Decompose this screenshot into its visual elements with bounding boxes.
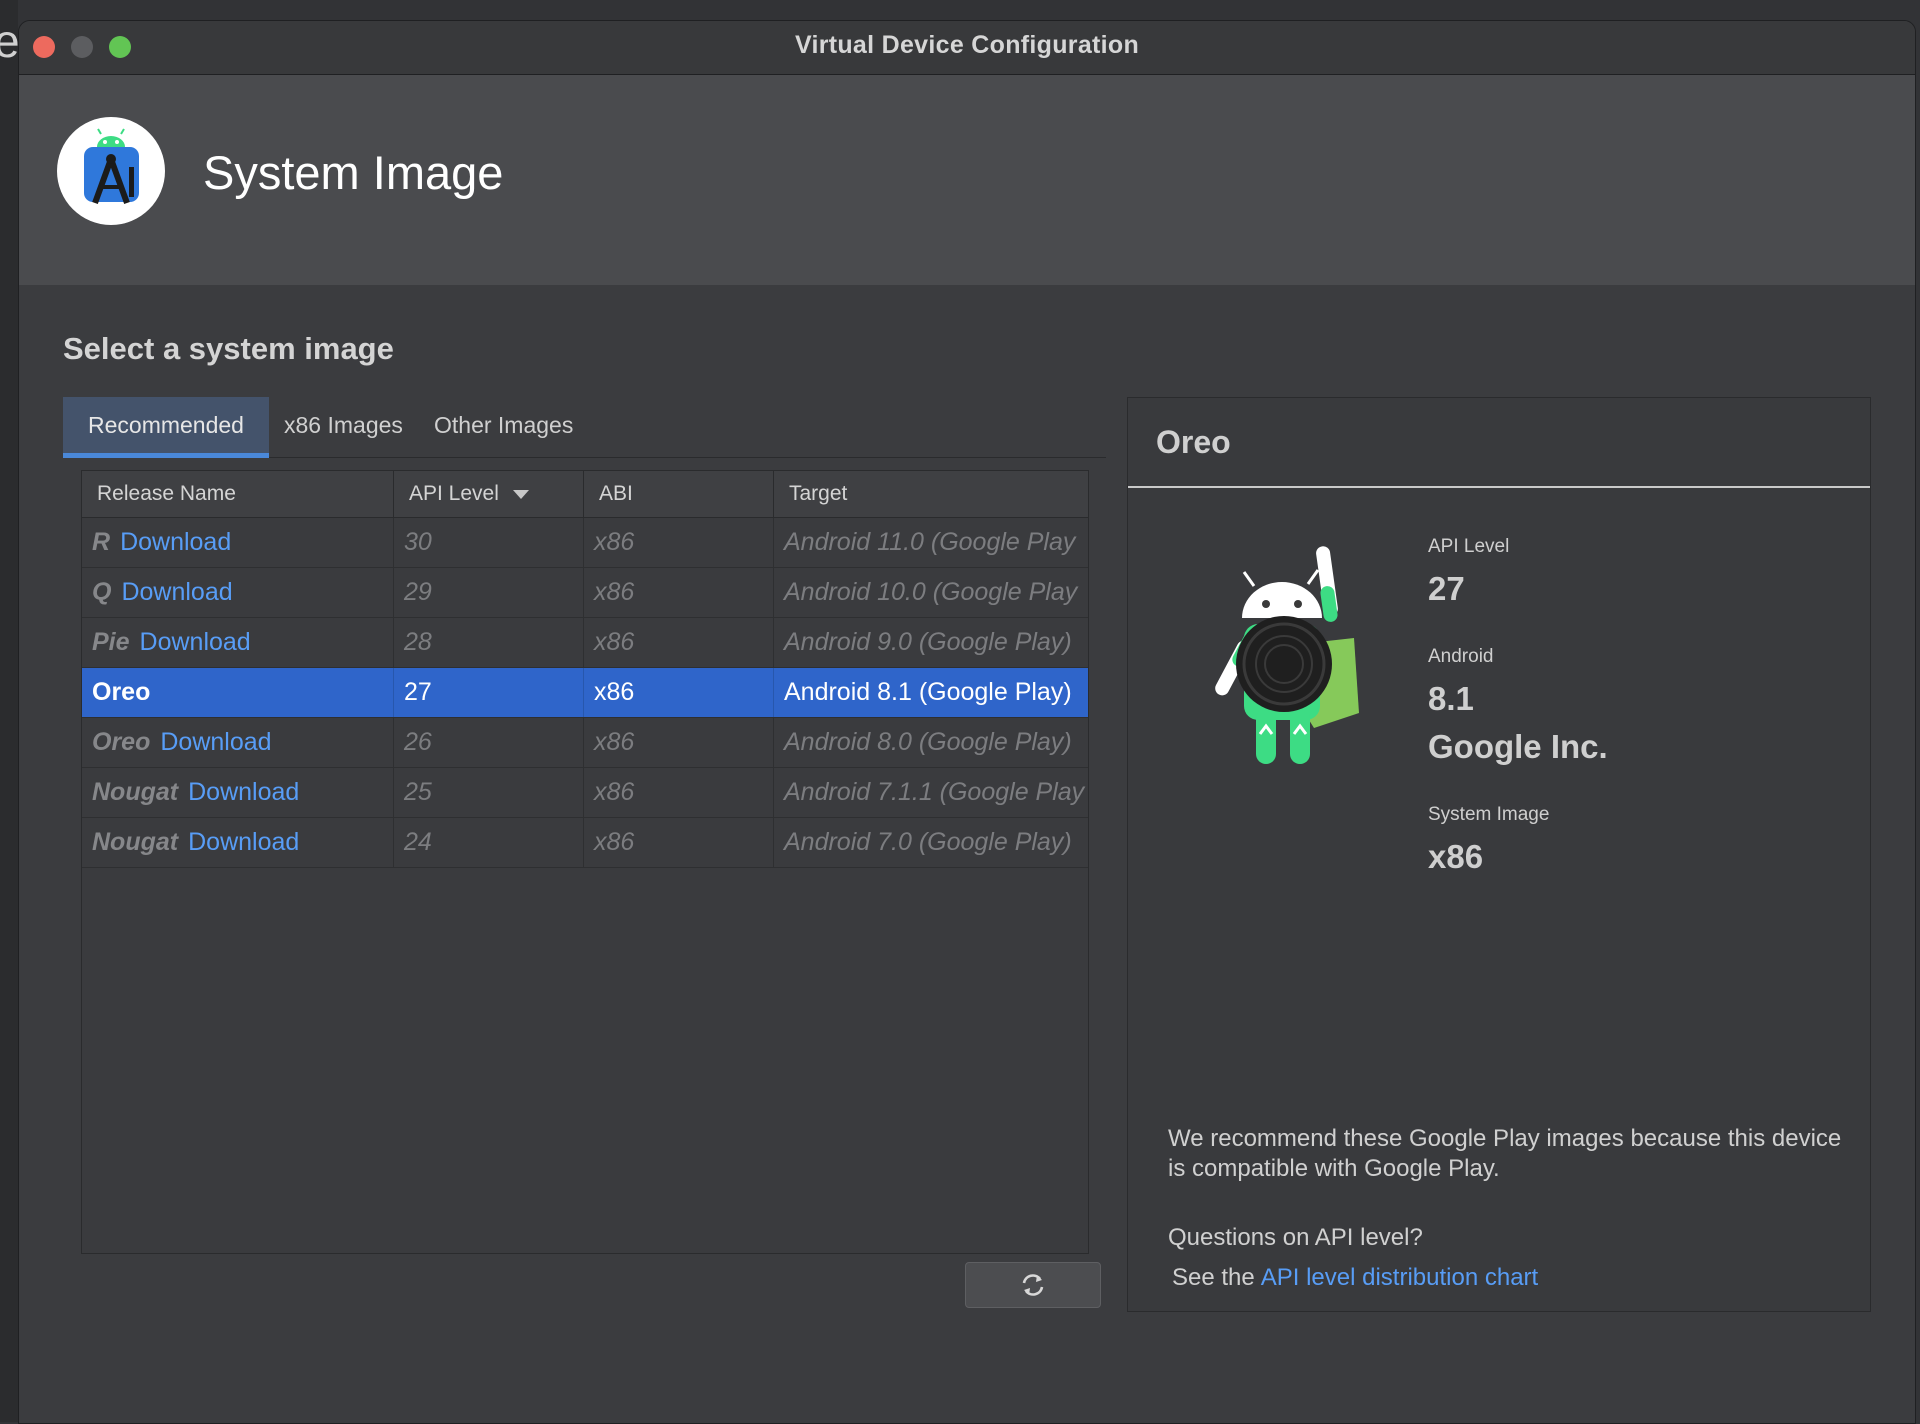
api-level-question: Questions on API level? [1168,1224,1423,1251]
release-name-cell: Q Download [82,568,394,617]
detail-title: Oreo [1156,424,1231,460]
target-cell: Android 11.0 (Google Play [784,528,1076,556]
download-link[interactable]: Download [188,778,299,806]
target-cell: Android 7.1.1 (Google Play [784,778,1085,806]
table-row[interactable]: Pie Download 28 x86 Android 9.0 (Google P… [82,618,1088,668]
background-window-edge: e [0,0,20,1422]
android-oreo-mascot-image [1215,546,1359,764]
section-title: Select a system image [63,331,394,366]
refresh-button[interactable] [965,1262,1101,1308]
api-level-cell: 28 [394,618,584,667]
system-image-label: System Image [1428,804,1550,825]
release-name: Nougat [92,828,179,856]
release-name-cell: Oreo [82,668,394,717]
dialog-window: Virtual Device Configuration System Imag… [18,20,1916,1424]
release-name: Pie [92,628,130,656]
target-cell: Android 7.0 (Google Play) [784,828,1072,856]
release-name: Nougat [92,778,179,806]
column-header-label: API Level [409,482,499,505]
api-level-cell: 27 [394,668,584,717]
tab-x86-images[interactable]: x86 Images [259,397,428,453]
column-header-label: ABI [599,482,633,505]
api-level-cell: 29 [394,568,584,617]
system-image-table: Release Name API Level ABI Target R Downl… [81,470,1089,1254]
target-cell: Android 8.1 (Google Play) [784,678,1072,706]
tab-recommended[interactable]: Recommended [63,397,269,458]
api-level-cell: 25 [394,768,584,817]
vendor-value: Google Inc. [1428,728,1608,765]
table-row[interactable]: Nougat Download 24 x86 Android 7.0 (Googl… [82,818,1088,868]
target-cell: Android 10.0 (Google Play [784,578,1078,606]
release-name-cell: Nougat Download [82,818,394,867]
api-level-chart-link[interactable]: API level distribution chart [1261,1264,1538,1291]
release-name: R [92,528,111,556]
api-level-cell: 30 [394,518,584,567]
api-level-cell: 24 [394,818,584,867]
table-row-selected[interactable]: Oreo 27 x86 Android 8.1 (Google Play) [82,668,1088,718]
column-header-label: Release Name [97,482,236,505]
release-name: Oreo [92,728,151,756]
table-row[interactable]: R Download 30 x86 Android 11.0 (Google Pl… [82,518,1088,568]
abi-cell: x86 [584,818,774,867]
system-image-value: x86 [1428,838,1484,875]
abi-cell: x86 [584,518,774,567]
column-header-label: Target [789,482,848,505]
page-header: System Image [19,75,1915,285]
see-prefix: See the [1172,1264,1255,1291]
detail-divider [1128,486,1870,488]
download-link[interactable]: Download [140,628,251,656]
window-title: Virtual Device Configuration [794,31,1140,59]
refresh-icon [1022,1274,1044,1296]
background-window-glyph: e [0,15,20,67]
title-bar[interactable]: Virtual Device Configuration [19,21,1915,75]
column-header-api-level[interactable]: API Level [394,471,584,517]
api-level-label: API Level [1428,536,1510,557]
api-level-cell: 26 [394,718,584,767]
recommendation-note: We recommend these Google Play images be… [1168,1125,1842,1182]
download-link[interactable]: Download [160,728,271,756]
target-cell: Android 9.0 (Google Play) [784,628,1072,656]
target-cell: Android 8.0 (Google Play) [784,728,1072,756]
android-version-value: 8.1 [1428,680,1474,717]
android-label: Android [1428,646,1494,667]
page-title: System Image [203,146,504,199]
api-level-value: 27 [1428,570,1465,607]
detail-panel: Oreo API Level 27 Android 8.1 Google Inc… [1127,397,1871,1312]
download-link[interactable]: Download [120,528,231,556]
android-studio-logo-icon [57,117,165,225]
release-name-cell: Pie Download [82,618,394,667]
download-link[interactable]: Download [188,828,299,856]
table-row[interactable]: Nougat Download 25 x86 Android 7.1.1 (Goo… [82,768,1088,818]
sort-descending-icon [512,489,529,499]
abi-cell: x86 [584,768,774,817]
abi-cell: x86 [584,568,774,617]
table-header: Release Name API Level ABI Target [82,471,1088,518]
release-name: Oreo [92,678,151,706]
download-link[interactable]: Download [121,578,232,606]
table-row[interactable]: Oreo Download 26 x86 Android 8.0 (Google … [82,718,1088,768]
abi-cell: x86 [584,668,774,717]
column-header-target[interactable]: Target [774,471,1088,517]
image-tabs: Recommended x86 Images Other Images [63,397,1106,458]
release-name-cell: R Download [82,518,394,567]
abi-cell: x86 [584,618,774,667]
column-header-abi[interactable]: ABI [584,471,774,517]
release-name-cell: Nougat Download [82,768,394,817]
tab-other-images[interactable]: Other Images [409,397,598,453]
release-name: Q [92,578,112,606]
abi-cell: x86 [584,718,774,767]
see-chart-line: See the API level distribution chart [1172,1264,1538,1292]
release-name-cell: Oreo Download [82,718,394,767]
column-header-release-name[interactable]: Release Name [82,471,394,517]
table-row[interactable]: Q Download 29 x86 Android 10.0 (Google Pl… [82,568,1088,618]
